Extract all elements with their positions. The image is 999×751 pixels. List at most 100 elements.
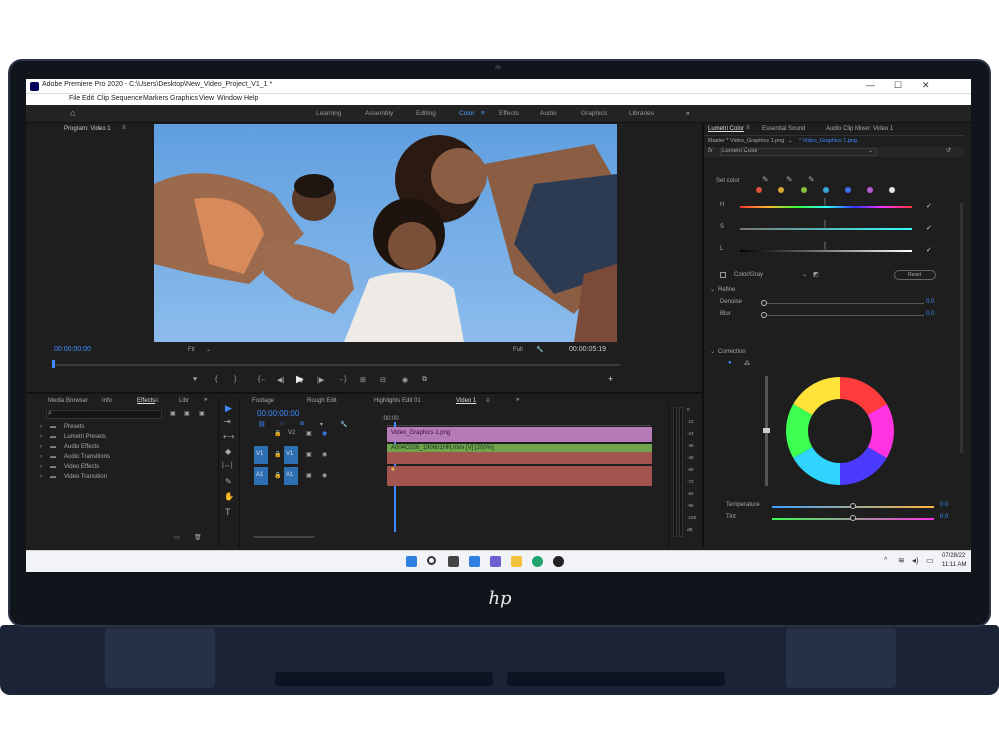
selection-tool[interactable]: ▶ (225, 403, 232, 414)
tab-libraries[interactable]: Libr (179, 398, 189, 404)
chevron-down-icon[interactable]: ⌄ (802, 271, 807, 278)
tab-lumetri-color[interactable]: Lumetri Color (708, 126, 744, 132)
swatch-orange[interactable] (778, 187, 784, 193)
timeline-clip-v1[interactable]: A004C026_190601HN.mov [V] [200%] (387, 444, 652, 464)
temperature-value[interactable]: 0.0 (940, 502, 948, 508)
workspace-libraries[interactable]: Libraries (629, 110, 654, 117)
menu-window[interactable]: Window (217, 95, 242, 102)
luminance-handle-icon[interactable]: ⏐ (823, 243, 827, 251)
eyedropper-subtract-icon[interactable]: ✎ (808, 175, 815, 184)
nest-icon[interactable]: ⛓ (258, 421, 266, 428)
new-bin-icon[interactable]: ▭ (174, 534, 180, 541)
denoise-value[interactable]: 0.0 (926, 299, 934, 305)
reset-button[interactable]: Reset (894, 270, 936, 280)
effect-select[interactable] (720, 148, 876, 156)
timeline-ruler[interactable] (386, 425, 651, 426)
program-timecode-in[interactable]: 00:00:00:00 (54, 346, 91, 353)
battery-icon[interactable]: ▭ (926, 556, 934, 565)
correction-section[interactable]: Correction (718, 349, 746, 355)
tint-handle[interactable] (850, 515, 856, 521)
eye-icon[interactable]: ◉ (322, 451, 327, 458)
swatch-magenta[interactable] (867, 187, 873, 193)
menu-markers[interactable]: Markers (143, 95, 168, 102)
swatch-red[interactable] (756, 187, 762, 193)
film-icon[interactable]: ▣ (306, 430, 312, 437)
step-back-button[interactable]: ◀| (277, 376, 284, 384)
menu-file[interactable]: File (69, 95, 80, 102)
timeline-timecode[interactable]: 00:00:00:00 (257, 409, 299, 418)
source-patch-v1[interactable]: V1 (254, 446, 268, 464)
lock-icon[interactable]: 🔒 (274, 451, 281, 458)
tab-info[interactable]: Info (102, 398, 112, 404)
swatch-white[interactable] (889, 187, 895, 193)
yuv-icon[interactable]: ▣ (199, 410, 205, 417)
eyedropper-add-icon[interactable]: ✎ (786, 175, 793, 184)
program-monitor-tab[interactable]: Program: Video 1 (64, 126, 111, 132)
menu-clip[interactable]: Clip (97, 95, 109, 102)
lift-button[interactable]: ⊞ (360, 376, 366, 384)
32bit-icon[interactable]: ▣ (184, 410, 190, 417)
tab-audio-clip-mixer[interactable]: Audio Clip Mixer: Video 1 (826, 126, 893, 132)
home-icon[interactable]: ⌂ (70, 108, 75, 118)
mark-in-button[interactable]: { (215, 376, 217, 383)
task-view-icon[interactable] (448, 556, 459, 567)
edge-icon[interactable] (532, 556, 543, 567)
add-marker-button[interactable]: ♥ (193, 376, 197, 383)
hue-handle-icon[interactable]: ⏐ (823, 199, 827, 207)
effects-search-input[interactable] (46, 410, 162, 419)
timeline-settings-icon[interactable]: 🔧 (340, 421, 347, 428)
lumetri-menu-icon[interactable]: ≡ (746, 125, 750, 131)
hand-tool[interactable]: ✋ (224, 492, 234, 501)
type-tool[interactable]: T (225, 507, 231, 517)
pen-tool[interactable]: ✎ (225, 477, 232, 486)
eyedropper-icon[interactable]: ✎ (762, 175, 769, 184)
linked-select-icon[interactable]: ⧈ (300, 421, 304, 428)
snap-icon[interactable]: ∩ (280, 421, 284, 427)
tab-effects[interactable]: Effects (137, 398, 155, 404)
blur-value[interactable]: 0.0 (926, 311, 934, 317)
tint-value[interactable]: 0.0 (940, 514, 948, 520)
workspace-effects[interactable]: Effects (499, 110, 519, 117)
effects-more[interactable]: » (204, 397, 207, 403)
color-wheel[interactable] (778, 375, 902, 487)
active-clip-label[interactable]: * Video_Graphics 1.png (799, 138, 857, 144)
swatch-blue[interactable] (845, 187, 851, 193)
go-to-in-button[interactable]: {← (258, 376, 267, 383)
wrench-icon[interactable]: 🔧 (536, 346, 543, 353)
timeline-clip-a1[interactable]: ■ (387, 466, 652, 486)
program-playhead[interactable] (52, 360, 55, 368)
file-explorer-icon[interactable] (511, 556, 522, 567)
source-patch-a1[interactable]: A1 (254, 467, 268, 485)
temperature-handle[interactable] (850, 503, 856, 509)
fx-icon[interactable]: fx (708, 148, 713, 154)
comparison-view-button[interactable]: ⧉ (422, 376, 427, 384)
workspace-color[interactable]: Color (459, 110, 475, 117)
chevron-down-icon[interactable]: ⌄ (868, 147, 873, 154)
denoise-handle[interactable] (761, 300, 767, 306)
maximize-button[interactable]: ☐ (894, 80, 902, 91)
windows-icon[interactable] (406, 556, 417, 567)
ripple-edit-tool[interactable]: ⟷ (223, 432, 234, 441)
swatch-green[interactable] (801, 187, 807, 193)
single-wheel-icon[interactable]: ● (728, 360, 732, 366)
menu-sequence[interactable]: Sequence (111, 95, 143, 102)
color-gray-select[interactable]: Color/Gray (734, 272, 763, 278)
menu-edit[interactable]: Edit (82, 95, 94, 102)
tab-highlights-edit[interactable]: Highlights Edit 01 (374, 398, 421, 404)
tab-media-browser[interactable]: Media Browser (48, 398, 88, 404)
extract-button[interactable]: ⊟ (380, 376, 386, 384)
tab-essential-sound[interactable]: Essential Sound (762, 126, 805, 132)
lock-icon[interactable]: 🔒 (274, 430, 281, 437)
three-wheel-icon[interactable]: ⁂ (744, 360, 750, 367)
timeline-menu-icon[interactable]: ≡ (486, 398, 490, 404)
slip-tool[interactable]: |↔| (222, 462, 233, 469)
go-to-out-button[interactable]: →} (337, 376, 346, 383)
chevron-down-icon[interactable]: ⌄ (710, 348, 715, 355)
tab-video-1[interactable]: Video 1 (456, 398, 476, 404)
chat-icon[interactable] (490, 556, 501, 567)
blur-handle[interactable] (761, 312, 767, 318)
menu-graphics[interactable]: Graphics (170, 95, 198, 102)
chevron-down-icon[interactable]: ⌄ (710, 286, 715, 293)
timeline-clip-v2[interactable]: Video_Graphics 1.png (387, 427, 652, 442)
track-select-tool[interactable]: ⇥ (224, 417, 231, 426)
